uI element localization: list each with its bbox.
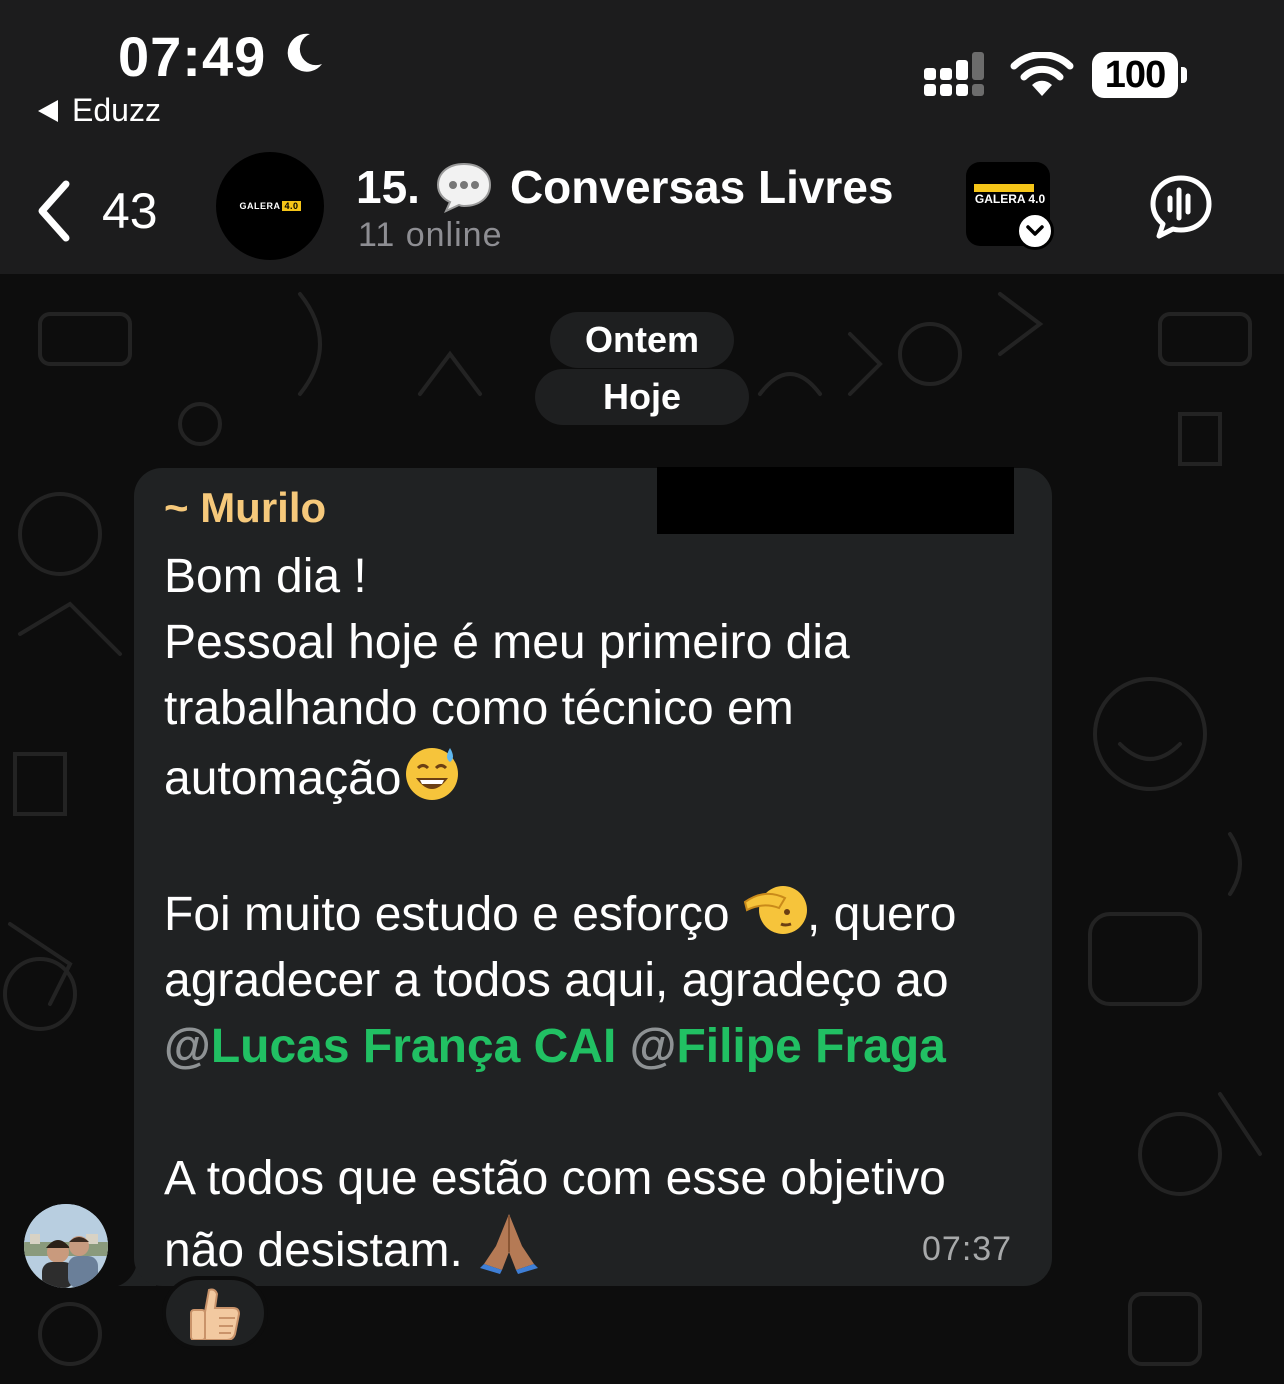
battery-icon: 100 [1092,52,1178,98]
folded-hands-emoji [480,1214,539,1274]
sweat-smile-emoji [405,748,458,800]
message-line: , quero [806,888,957,941]
message-line: automação [164,752,402,805]
community-name: GALERA 4.0 [974,192,1046,206]
back-triangle-icon [38,99,58,122]
chat-subtitle: 11 online [358,216,503,254]
message-line: Foi muito estudo e esforço [164,888,743,941]
wifi-icon [1010,52,1074,96]
community-button[interactable]: GALERA 4.0 [966,162,1054,250]
message-line: não desistam. [164,1224,477,1277]
signal-icon [924,52,984,96]
back-to-app-link[interactable]: Eduzz [38,92,161,129]
chat-header: 43 GALERA 4.0 15. Conversas Livres 11 onl… [0,140,1284,274]
back-button[interactable]: 43 [36,176,186,246]
thumbs-up-icon [190,1288,241,1340]
mention-filipe[interactable]: @Filipe Fraga [630,1020,946,1073]
back-app-label: Eduzz [72,92,161,128]
chat-title-name: Conversas Livres [509,161,894,213]
message-line: Bom dia ! [164,550,367,603]
community-stripe [974,184,1034,192]
status-time: 07:49 [118,25,267,88]
avatar-photo [24,1204,108,1288]
date-pill-today: Hoje [535,369,749,425]
date-pill-yesterday: Ontem [550,312,734,368]
sender-avatar[interactable] [24,1204,108,1288]
moon-icon [287,33,322,72]
redacted-area [657,467,1014,534]
unread-count: 43 [102,183,158,239]
message-text: Bom dia ! Pessoal hoje é meu primeiro di… [164,544,1034,1284]
chevron-left-icon [38,180,70,242]
mention-lucas[interactable]: @Lucas França CAI [164,1020,616,1073]
reaction-thumbs-up[interactable] [162,1276,268,1350]
message-line: A todos que estão com esse objetivo [164,1152,946,1205]
chat-area[interactable]: Ontem Hoje ~ Murilo Bom dia ! Pessoal ho… [0,274,1284,1384]
group-avatar[interactable]: GALERA 4.0 [216,152,324,260]
voice-chat-icon[interactable] [1148,174,1214,240]
message-line: trabalhando como técnico em [164,682,794,735]
message-line: Pessoal hoje é meu primeiro dia [164,616,850,669]
group-avatar-text: GALERA 4.0 [239,201,301,211]
chevron-down-icon [1016,212,1054,250]
message-sender[interactable]: ~ Murilo [164,484,326,532]
status-bar: 07:49 Eduzz 100 [0,0,1284,140]
chat-title[interactable]: 15. Conversas Livres [356,160,894,214]
speech-bubble-icon [436,162,491,213]
battery-tip [1181,67,1187,83]
chat-title-prefix: 15. [356,161,420,213]
saluting-face-emoji [743,886,807,934]
message-line: agradecer a todos aqui, agradeço ao [164,954,949,1007]
message-time: 07:37 [922,1230,1013,1268]
